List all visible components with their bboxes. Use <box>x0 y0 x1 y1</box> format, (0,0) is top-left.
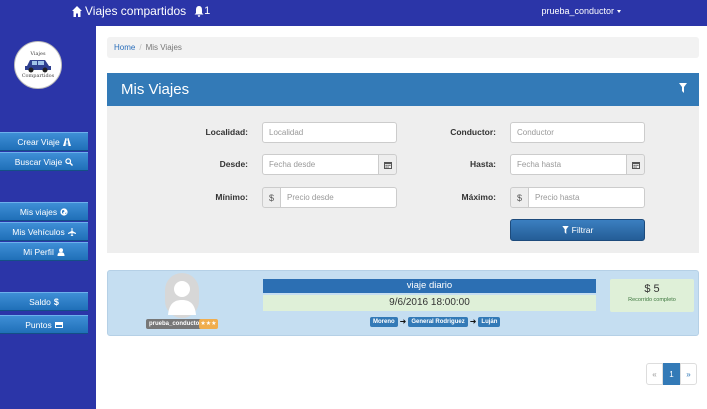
mi-perfil-button[interactable]: Mi Perfil <box>0 242 88 261</box>
buscar-viaje-label: Buscar Viaje <box>14 156 63 167</box>
trip-card[interactable]: prueba_conductor ★★★ viaje diario 9/6/20… <box>107 270 699 336</box>
avatar <box>165 273 199 318</box>
bell-icon <box>194 5 204 17</box>
filter-icon <box>561 226 569 234</box>
filter-toggle-icon[interactable] <box>679 83 687 93</box>
user-icon <box>57 247 65 256</box>
globe-icon <box>60 207 68 216</box>
brand-title: Viajes compartidos <box>85 4 187 18</box>
notification-count: 1 <box>204 5 211 17</box>
price-box: $ 5 Recorrido completo <box>610 279 694 312</box>
desde-label: Desde: <box>219 159 248 169</box>
hasta-calendar-button[interactable] <box>626 154 645 175</box>
logo-text-bottom: Compartidos <box>21 73 55 79</box>
buscar-viaje-button[interactable]: Buscar Viaje <box>0 152 88 171</box>
fecha-desde-input[interactable]: Fecha desde <box>262 154 379 175</box>
mi-perfil-label: Mi Perfil <box>23 246 54 257</box>
user-menu[interactable]: prueba_conductor <box>541 6 621 16</box>
search-icon <box>65 157 74 166</box>
breadcrumb-separator: / <box>139 43 142 52</box>
maximo-currency-addon: $ <box>510 187 529 208</box>
caret-down-icon <box>617 9 621 13</box>
mis-viajes-label: Mis viajes <box>19 206 58 217</box>
mis-vehiculos-label: Mis Vehículos <box>12 226 65 237</box>
saldo-label: Saldo <box>29 296 51 307</box>
precio-desde-input[interactable]: Precio desde <box>280 187 397 208</box>
maximo-label: Máximo: <box>461 192 496 202</box>
breadcrumb-current: Mis Viajes <box>145 43 182 52</box>
trip-route: Moreno ➜ General Rodriguez ➜ Luján <box>370 317 501 327</box>
localidad-input[interactable]: Localidad <box>262 122 397 143</box>
mis-vehiculos-button[interactable]: Mis Vehículos <box>0 222 88 241</box>
card-icon <box>54 321 63 328</box>
notifications-button[interactable]: 1 <box>194 5 210 17</box>
minimo-currency-addon: $ <box>262 187 281 208</box>
route-stop: Moreno <box>370 317 398 327</box>
fecha-hasta-input[interactable]: Fecha hasta <box>510 154 627 175</box>
precio-hasta-input[interactable]: Precio hasta <box>528 187 645 208</box>
filtrar-label: Filtrar <box>571 225 594 235</box>
pagination-next[interactable]: » <box>680 363 697 385</box>
route-stop: General Rodriguez <box>408 317 468 327</box>
pagination-page[interactable]: 1 <box>663 363 680 385</box>
mis-viajes-button[interactable]: Mis viajes <box>0 202 88 221</box>
calendar-icon <box>631 161 640 169</box>
user-name: prueba_conductor <box>541 6 614 16</box>
conductor-label: Conductor: <box>450 127 496 137</box>
calendar-icon <box>383 161 392 169</box>
driver-badge: prueba_conductor <box>146 319 205 329</box>
brand-link[interactable]: Viajes compartidos 1 <box>72 4 210 18</box>
minimo-label: Mínimo: <box>215 192 248 202</box>
conductor-input[interactable]: Conductor <box>510 122 645 143</box>
arrow-right-icon: ➜ <box>469 317 477 326</box>
dollar-icon: $ <box>53 296 59 307</box>
panel-header: Mis Viajes <box>107 73 699 106</box>
filtrar-button[interactable]: Filtrar <box>510 219 645 241</box>
plane-icon <box>67 227 76 236</box>
arrow-right-icon: ➜ <box>399 317 407 326</box>
road-icon <box>62 137 71 146</box>
rating-badge: ★★★ <box>199 319 218 329</box>
hasta-label: Hasta: <box>470 159 496 169</box>
trip-title: viaje diario <box>263 279 596 293</box>
pagination-prev[interactable]: « <box>646 363 663 385</box>
price-note: Recorrido completo <box>628 297 676 303</box>
trip-date: 9/6/2016 18:00:00 <box>263 295 596 311</box>
desde-calendar-button[interactable] <box>378 154 397 175</box>
top-navbar: Viajes compartidos 1 prueba_conductor <box>0 0 707 26</box>
saldo-button[interactable]: Saldo $ <box>0 292 88 311</box>
puntos-label: Puntos <box>25 319 52 330</box>
route-stop: Luján <box>478 317 501 327</box>
pagination: « 1 » <box>646 363 697 385</box>
breadcrumb-home-link[interactable]: Home <box>114 43 135 52</box>
localidad-label: Localidad: <box>205 127 248 137</box>
sidebar: Viajes Compartidos Crear Viaje Buscar Vi… <box>0 26 96 409</box>
home-icon <box>72 5 82 17</box>
puntos-button[interactable]: Puntos <box>0 315 88 334</box>
crear-viaje-button[interactable]: Crear Viaje <box>0 132 88 151</box>
car-icon <box>25 60 51 73</box>
page-title: Mis Viajes <box>121 81 190 98</box>
trip-price: $ 5 <box>644 283 660 295</box>
breadcrumb: Home / Mis Viajes <box>107 37 699 58</box>
crear-viaje-label: Crear Viaje <box>17 136 60 147</box>
app-logo: Viajes Compartidos <box>14 41 62 89</box>
